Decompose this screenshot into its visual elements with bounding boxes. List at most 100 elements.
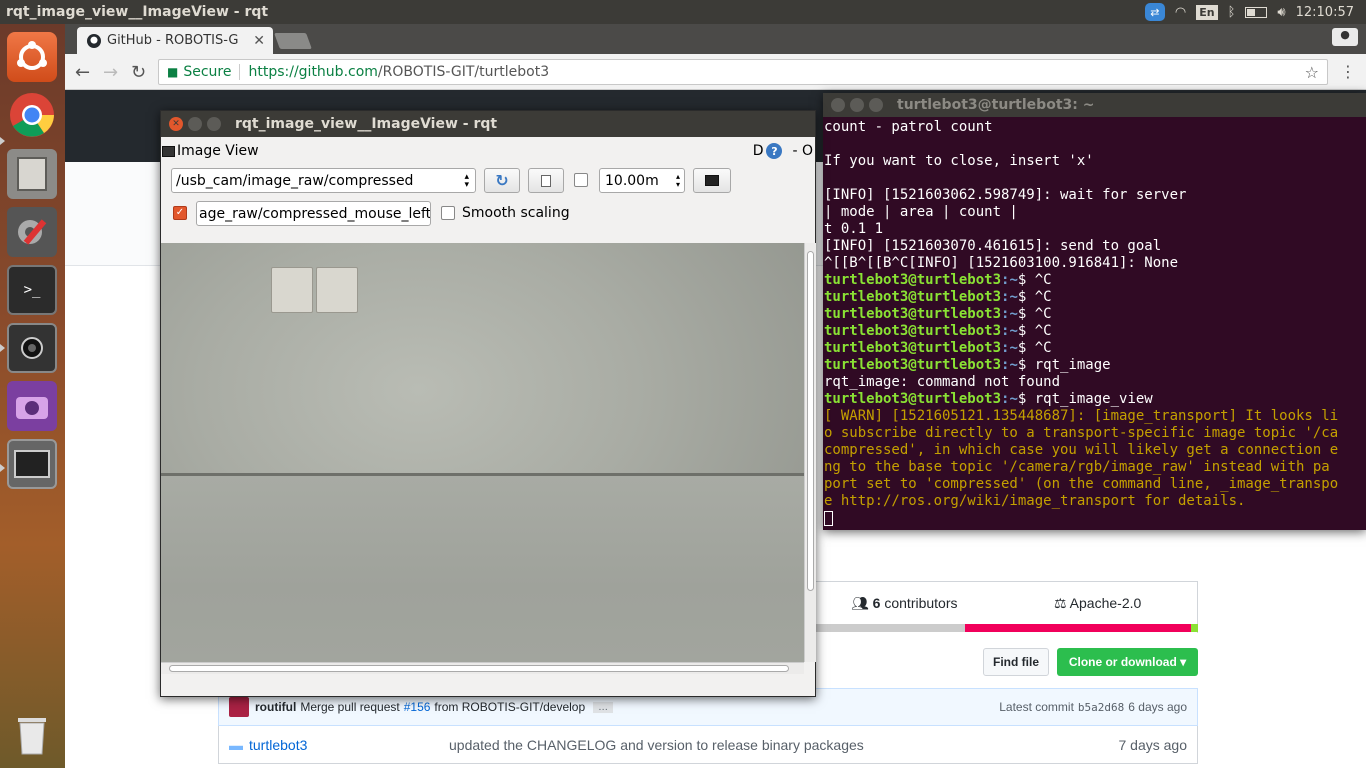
commit-age: 6 days ago <box>1128 700 1187 714</box>
horizontal-scrollbar[interactable] <box>161 662 804 674</box>
chrome-icon[interactable] <box>7 90 57 140</box>
prompt-path: :~ <box>1001 357 1018 373</box>
help-icon[interactable]: ? <box>766 143 783 159</box>
zoom-spinbox[interactable]: 10.00m ▴ ▾ <box>599 168 685 193</box>
forward-icon[interactable]: → <box>103 62 118 83</box>
new-tab-button[interactable] <box>274 33 312 49</box>
rqt-maximize-icon[interactable] <box>207 117 221 131</box>
vertical-scrollbar[interactable] <box>804 243 816 662</box>
system-top-bar: rqt_image_view__ImageView - rqt ⇄ ◠ En ᛒ… <box>0 0 1366 24</box>
vertical-scroll-thumb[interactable] <box>807 251 814 591</box>
term-line: t 0.1 1 <box>824 221 884 237</box>
commit-message-suffix: from ROBOTIS-GIT/develop <box>434 700 586 714</box>
running-indicator <box>0 464 5 472</box>
latest-commit-label: Latest commit <box>999 700 1074 714</box>
url-text[interactable]: https://github.com/ROBOTIS-GIT/turtlebot… <box>248 64 549 80</box>
save-icon <box>541 174 551 187</box>
rqt-close-icon[interactable]: ✕ <box>169 117 183 131</box>
term-line: If you want to close, insert 'x' <box>824 153 1094 169</box>
folder-icon: ▬ <box>229 736 243 753</box>
reload-icon[interactable]: ↻ <box>131 62 146 83</box>
tab-close-icon[interactable]: ✕ <box>253 33 265 49</box>
term-warn-line: o subscribe directly to a transport-spec… <box>824 425 1339 441</box>
wifi-icon[interactable]: ◠ <box>1175 5 1186 20</box>
terminal-maximize-icon[interactable] <box>869 98 883 112</box>
file-commit-message[interactable]: updated the CHANGELOG and version to rel… <box>449 737 864 753</box>
tab-title: GitHub - ROBOTIS-G <box>107 33 239 48</box>
pr-link[interactable]: #156 <box>404 700 431 714</box>
volume-icon[interactable]: 🔊︎ <box>1277 5 1285 20</box>
term-command: $ rqt_image <box>1017 357 1111 373</box>
spinbox-arrows-icon[interactable]: ▴ ▾ <box>676 172 680 189</box>
webcam-icon[interactable] <box>7 323 57 373</box>
mouse-publish-checkbox[interactable]: ✓ <box>173 206 187 220</box>
commit-expand-button[interactable]: … <box>593 701 614 713</box>
topic-combobox[interactable]: /usb_cam/image_raw/compressed ▴ ▾ <box>171 168 476 193</box>
topic-value: /usb_cam/image_raw/compressed <box>176 172 414 189</box>
tab-strip: GitHub - ROBOTIS-G ✕ ● <box>65 24 1366 54</box>
file-cabinet-icon[interactable] <box>7 149 57 199</box>
camera-image[interactable] <box>161 243 804 662</box>
file-row: ▬ turtlebot3 updated the CHANGELOG and v… <box>218 726 1198 764</box>
rqt-window-icon[interactable] <box>7 439 57 489</box>
trash-icon[interactable] <box>7 710 57 760</box>
keyboard-layout-indicator[interactable]: En <box>1196 4 1218 20</box>
cheese-camera-icon[interactable] <box>7 381 57 431</box>
zoom-checkbox[interactable] <box>574 173 588 187</box>
prompt-path: :~ <box>1001 340 1018 356</box>
plugin-icon <box>162 145 175 157</box>
settings-icon[interactable] <box>7 207 57 257</box>
prompt-user: turtlebot3@turtlebot3 <box>824 391 1002 407</box>
find-file-button[interactable]: Find file <box>983 648 1049 676</box>
avatar[interactable] <box>229 697 249 717</box>
browser-menu-icon[interactable]: ⋮ <box>1340 62 1356 81</box>
close-plugin-button[interactable]: - O <box>792 143 813 159</box>
terminal-icon[interactable]: >_ <box>7 265 57 315</box>
prompt-user: turtlebot3@turtlebot3 <box>824 289 1002 305</box>
license-link[interactable]: ⚖ Apache-2.0 <box>1054 595 1141 612</box>
term-command: $ ^C <box>1017 306 1052 322</box>
term-line: ^[[B^[[B^C[INFO] [1521603100.916841]: No… <box>824 255 1179 271</box>
smooth-scaling-checkbox[interactable] <box>441 206 455 220</box>
profile-icon[interactable]: ● <box>1332 28 1358 46</box>
terminal-output[interactable]: count - patrol count If you want to clos… <box>823 119 1366 527</box>
address-bar-row: ← → ↻ ■ Secure https://github.com/ROBOTI… <box>65 54 1366 90</box>
terminal-window: turtlebot3@turtlebot3: ~ count - patrol … <box>823 93 1366 530</box>
term-line: count - patrol count <box>824 119 993 135</box>
prompt-path: :~ <box>1001 323 1018 339</box>
terminal-titlebar: turtlebot3@turtlebot3: ~ <box>823 93 1366 117</box>
rqt-titlebar: ✕ rqt_image_view__ImageView - rqt <box>161 111 815 137</box>
fit-window-button[interactable] <box>693 168 731 193</box>
terminal-close-icon[interactable] <box>831 98 845 112</box>
clone-download-button[interactable]: Clone or download ▾ <box>1057 648 1198 676</box>
omnibox[interactable]: ■ Secure https://github.com/ROBOTIS-GIT/… <box>158 59 1328 85</box>
language-bar[interactable] <box>815 624 1198 632</box>
teamviewer-icon[interactable]: ⇄ <box>1144 3 1165 21</box>
commit-author[interactable]: routiful <box>255 700 296 714</box>
mouse-topic-input[interactable]: age_raw/compressed_mouse_left <box>196 201 431 226</box>
bluetooth-icon[interactable]: ᛒ <box>1228 5 1236 20</box>
term-command: $ rqt_image_view <box>1017 391 1153 407</box>
file-name-link[interactable]: turtlebot3 <box>249 737 449 753</box>
contributors-link[interactable]: 👥︎ 6 contributors <box>851 595 958 612</box>
back-icon[interactable]: ← <box>75 62 90 83</box>
prompt-path: :~ <box>1001 391 1018 407</box>
battery-icon[interactable] <box>1245 6 1268 18</box>
term-warn-line: [ WARN] [1521605121.135448687]: [image_t… <box>824 408 1339 424</box>
ubuntu-dash-icon[interactable] <box>7 32 57 82</box>
bookmark-star-icon[interactable]: ☆ <box>1305 63 1319 82</box>
save-image-button[interactable] <box>528 168 564 193</box>
refresh-topics-button[interactable]: ↻ <box>484 168 520 193</box>
rqt-minimize-icon[interactable] <box>188 117 202 131</box>
dock-button[interactable]: D <box>753 143 764 159</box>
prompt-path: :~ <box>1001 306 1018 322</box>
clock[interactable]: 12:10:57 <box>1296 5 1354 20</box>
commit-message-prefix: Merge pull request <box>300 700 400 714</box>
commit-sha[interactable]: b5a2d68 <box>1078 701 1124 714</box>
horizontal-scroll-thumb[interactable] <box>169 665 789 672</box>
browser-tab-github[interactable]: GitHub - ROBOTIS-G ✕ <box>77 27 273 54</box>
contributors-label: contributors <box>884 595 958 611</box>
unity-launcher: >_ <box>0 24 65 768</box>
prompt-user: turtlebot3@turtlebot3 <box>824 357 1002 373</box>
terminal-minimize-icon[interactable] <box>850 98 864 112</box>
